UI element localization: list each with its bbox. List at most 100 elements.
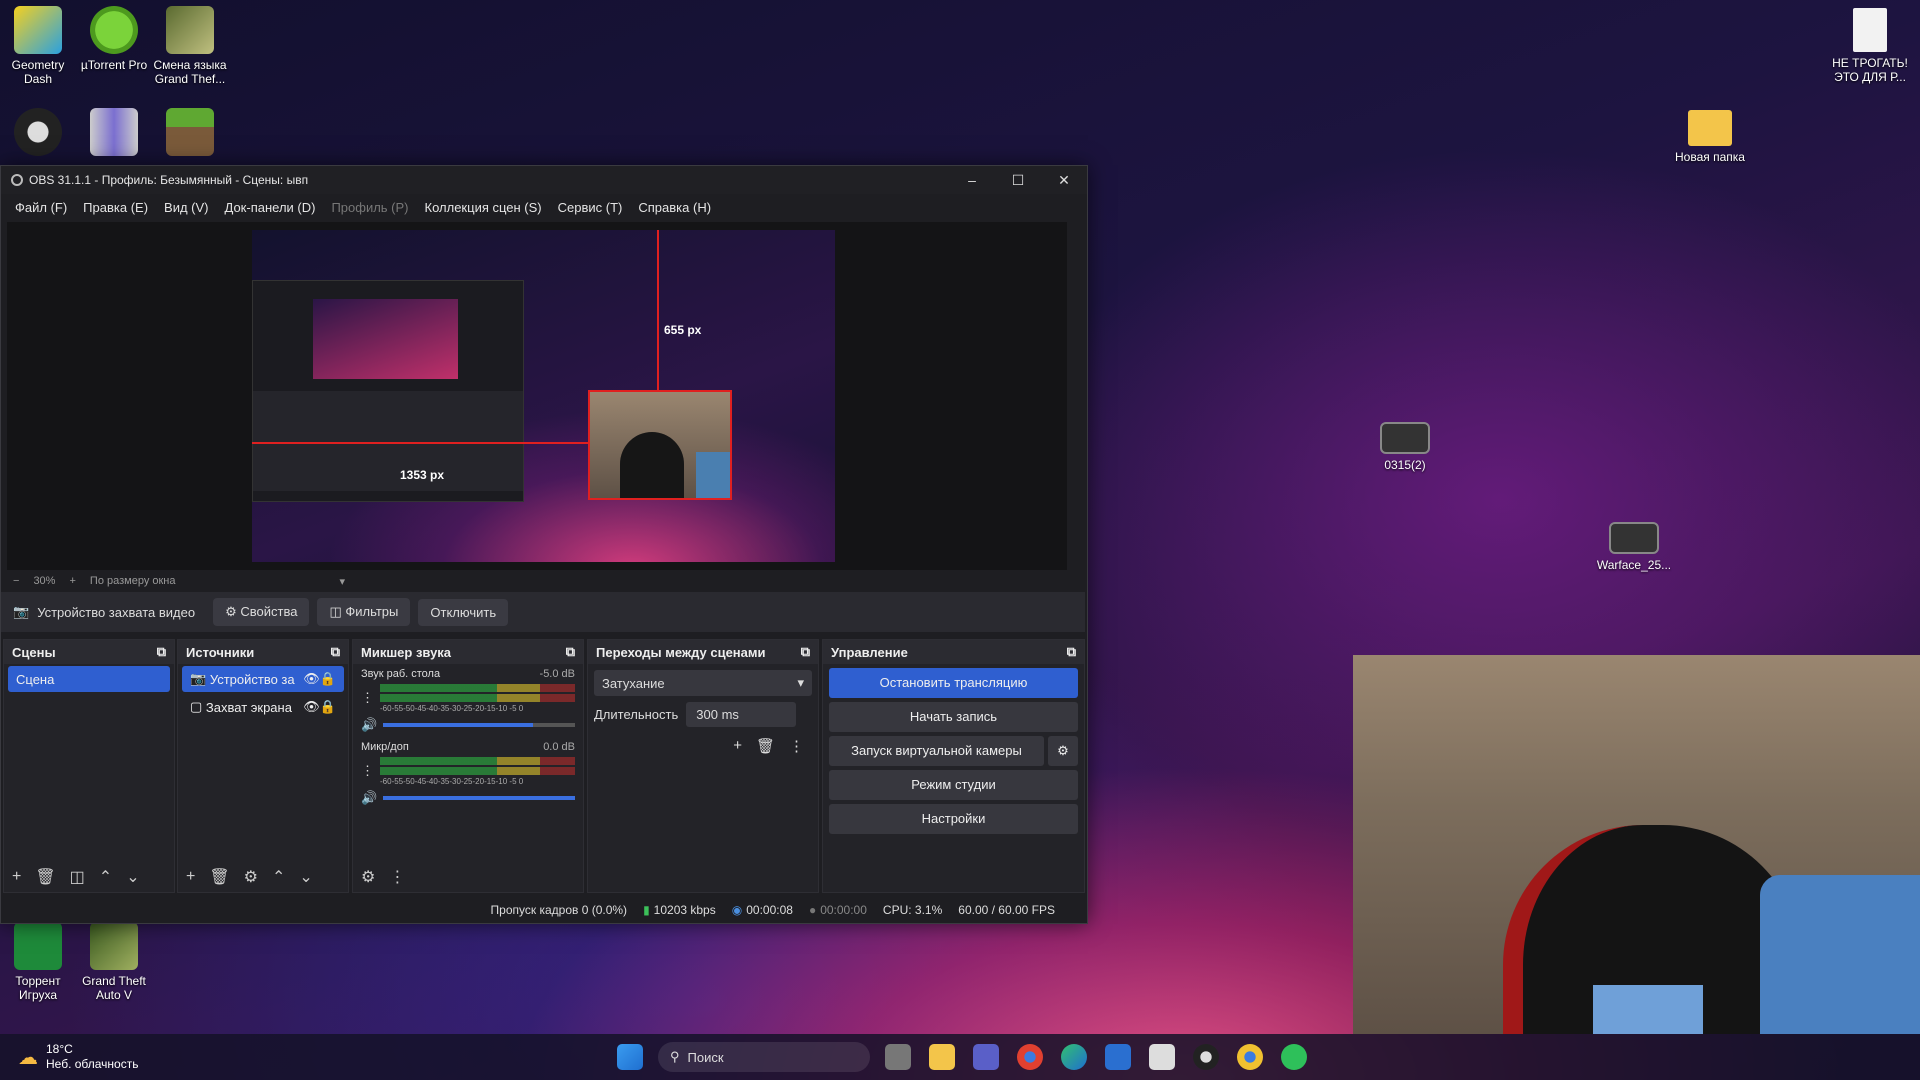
volume-slider[interactable] bbox=[383, 796, 575, 800]
search-box[interactable]: ⚲ Поиск bbox=[658, 1042, 870, 1072]
mixer-header: Микшер звука ⧉ bbox=[353, 640, 583, 664]
store-icon[interactable] bbox=[1105, 1044, 1131, 1070]
menu-tools[interactable]: Сервис (T) bbox=[550, 200, 631, 215]
desktop-icon-utorrent[interactable]: µTorrent Pro bbox=[74, 6, 154, 72]
add-icon[interactable]: + bbox=[733, 737, 742, 755]
disable-button[interactable]: Отключить bbox=[418, 598, 509, 626]
weather-widget[interactable]: ☁ 18°C Неб. облачность bbox=[18, 1042, 218, 1072]
lock-icon[interactable]: 🔒 bbox=[320, 671, 336, 687]
scenes-toolbar: + 🗑 ◫ ⌃ ⌄ bbox=[4, 862, 174, 892]
duration-input[interactable]: 300 ms bbox=[686, 702, 797, 727]
zoom-in-button[interactable]: + bbox=[69, 575, 75, 587]
desktop-icon-obs[interactable] bbox=[0, 108, 78, 160]
desktop-icon-geometry-dash[interactable]: Geometry Dash bbox=[0, 6, 78, 86]
menu-profile[interactable]: Профиль (P) bbox=[323, 200, 416, 215]
speaker-icon[interactable]: 🔊 bbox=[361, 790, 377, 806]
file-explorer-icon[interactable] bbox=[929, 1044, 955, 1070]
chevron-up-icon[interactable]: ⌃ bbox=[99, 867, 112, 887]
zoom-mode-select[interactable]: По размеру окна bbox=[90, 575, 176, 587]
chrome-icon[interactable] bbox=[1017, 1044, 1043, 1070]
menu-docks[interactable]: Док-панели (D) bbox=[217, 200, 324, 215]
zoom-out-button[interactable]: − bbox=[13, 575, 19, 587]
whatsapp-icon[interactable] bbox=[1281, 1044, 1307, 1070]
scenes-header: Сцены ⧉ bbox=[4, 640, 174, 664]
studio-mode-button[interactable]: Режим студии bbox=[829, 770, 1078, 800]
edge-icon[interactable] bbox=[1061, 1044, 1087, 1070]
speaker-icon[interactable]: 🔊 bbox=[361, 717, 377, 733]
eye-icon[interactable]: 👁 bbox=[303, 671, 320, 687]
menu-help[interactable]: Справка (H) bbox=[630, 200, 719, 215]
desktop-icon-gta-language[interactable]: Смена языка Grand Thef... bbox=[150, 6, 230, 86]
desktop-icon-gta-v[interactable]: Grand Theft Auto V bbox=[74, 922, 154, 1002]
menu-scene-collection[interactable]: Коллекция сцен (S) bbox=[417, 200, 550, 215]
source-item[interactable]: 📷 Устройство за 👁 🔒 bbox=[182, 666, 344, 692]
properties-button[interactable]: ⚙ Свойства bbox=[213, 598, 310, 626]
obs-icon bbox=[14, 108, 62, 156]
filter-icon[interactable]: ◫ bbox=[70, 867, 85, 887]
trash-icon[interactable]: 🗑 bbox=[209, 867, 229, 887]
volume-slider[interactable] bbox=[383, 723, 575, 727]
desktop-icon-tlauncher[interactable] bbox=[150, 108, 230, 160]
menu-file[interactable]: Файл (F) bbox=[7, 200, 75, 215]
obs-taskbar-icon[interactable] bbox=[1193, 1044, 1219, 1070]
chrome-profile-icon[interactable] bbox=[1237, 1044, 1263, 1070]
kebab-menu-icon[interactable]: ⋮ bbox=[389, 867, 405, 887]
maximize-icon[interactable]: ☐ bbox=[995, 172, 1041, 189]
add-icon[interactable]: + bbox=[12, 868, 21, 886]
kebab-menu-icon[interactable]: ⋮ bbox=[361, 690, 374, 706]
scenes-dock: Сцены ⧉ Сцена + 🗑 ◫ ⌃ ⌄ bbox=[3, 639, 175, 893]
desktop-icon-torrent-igruha[interactable]: Торрент Игруха bbox=[0, 922, 78, 1002]
add-icon[interactable]: + bbox=[186, 868, 195, 886]
trash-icon[interactable]: 🗑 bbox=[35, 867, 55, 887]
close-icon[interactable]: ✕ bbox=[1041, 172, 1087, 189]
level-meter bbox=[380, 684, 575, 692]
kebab-menu-icon[interactable]: ⋮ bbox=[789, 737, 804, 755]
undock-icon[interactable]: ⧉ bbox=[157, 644, 166, 660]
desktop-icon-video-0315[interactable]: 0315(2) bbox=[1365, 422, 1445, 472]
desktop-icon-the[interactable] bbox=[74, 108, 154, 160]
undock-icon[interactable]: ⧉ bbox=[1067, 644, 1076, 660]
teams-icon[interactable] bbox=[973, 1044, 999, 1070]
settings-button[interactable]: Настройки bbox=[829, 804, 1078, 834]
preview-area[interactable]: 655 px 1353 px bbox=[7, 222, 1067, 570]
folder-icon bbox=[1688, 110, 1732, 146]
camera-icon: 📷 bbox=[13, 604, 30, 619]
menu-view[interactable]: Вид (V) bbox=[156, 200, 216, 215]
gear-icon[interactable]: ⚙ bbox=[361, 867, 375, 887]
chevron-down-icon[interactable]: ⌄ bbox=[126, 867, 139, 887]
desktop-icon-warface[interactable]: Warface_25... bbox=[1592, 522, 1676, 572]
gear-icon[interactable]: ⚙ bbox=[1048, 736, 1078, 766]
undock-icon[interactable]: ⧉ bbox=[801, 644, 810, 660]
start-virtual-camera-button[interactable]: Запуск виртуальной камеры bbox=[829, 736, 1044, 766]
webcam-preview-window[interactable] bbox=[1353, 655, 1920, 1034]
transition-select[interactable]: Затухание ▾ bbox=[594, 670, 812, 696]
filters-button[interactable]: ◫ Фильтры bbox=[317, 598, 411, 626]
undock-icon[interactable]: ⧉ bbox=[566, 644, 575, 660]
minimize-icon[interactable]: – bbox=[949, 172, 995, 188]
selected-webcam-source[interactable] bbox=[588, 390, 732, 500]
windows-start-icon[interactable] bbox=[617, 1044, 643, 1070]
gear-icon[interactable]: ⚙ bbox=[244, 867, 258, 887]
desktop-icon-ne-trogat[interactable]: НЕ ТРОГАТЬ! ЭТО ДЛЯ Р... bbox=[1822, 8, 1918, 84]
preview-canvas[interactable]: 655 px 1353 px bbox=[252, 230, 835, 562]
chevron-up-icon[interactable]: ⌃ bbox=[272, 867, 285, 887]
chevron-down-icon[interactable]: ⌄ bbox=[299, 867, 312, 887]
trash-icon[interactable]: 🗑 bbox=[756, 737, 775, 755]
desktop-icon-new-folder[interactable]: Новая папка bbox=[1670, 110, 1750, 164]
eye-icon[interactable]: 👁 bbox=[303, 699, 320, 715]
lock-icon[interactable]: 🔒 bbox=[320, 699, 336, 715]
scene-item[interactable]: Сцена bbox=[8, 666, 170, 692]
stop-streaming-button[interactable]: Остановить трансляцию bbox=[829, 668, 1078, 698]
start-recording-button[interactable]: Начать запись bbox=[829, 702, 1078, 732]
record-icon: ● bbox=[808, 903, 817, 917]
pillow bbox=[1760, 875, 1920, 1034]
weather-cloud-icon: ☁ bbox=[18, 1046, 38, 1069]
roblox-icon[interactable] bbox=[1149, 1044, 1175, 1070]
chevron-down-icon[interactable]: ▾ bbox=[340, 575, 346, 588]
menu-edit[interactable]: Правка (E) bbox=[75, 200, 156, 215]
undock-icon[interactable]: ⧉ bbox=[331, 644, 340, 660]
kebab-menu-icon[interactable]: ⋮ bbox=[361, 763, 374, 779]
task-view-icon[interactable] bbox=[885, 1044, 911, 1070]
source-item[interactable]: ▢ Захват экрана 👁 🔒 bbox=[182, 694, 344, 720]
duration-label: Длительность bbox=[594, 707, 679, 722]
